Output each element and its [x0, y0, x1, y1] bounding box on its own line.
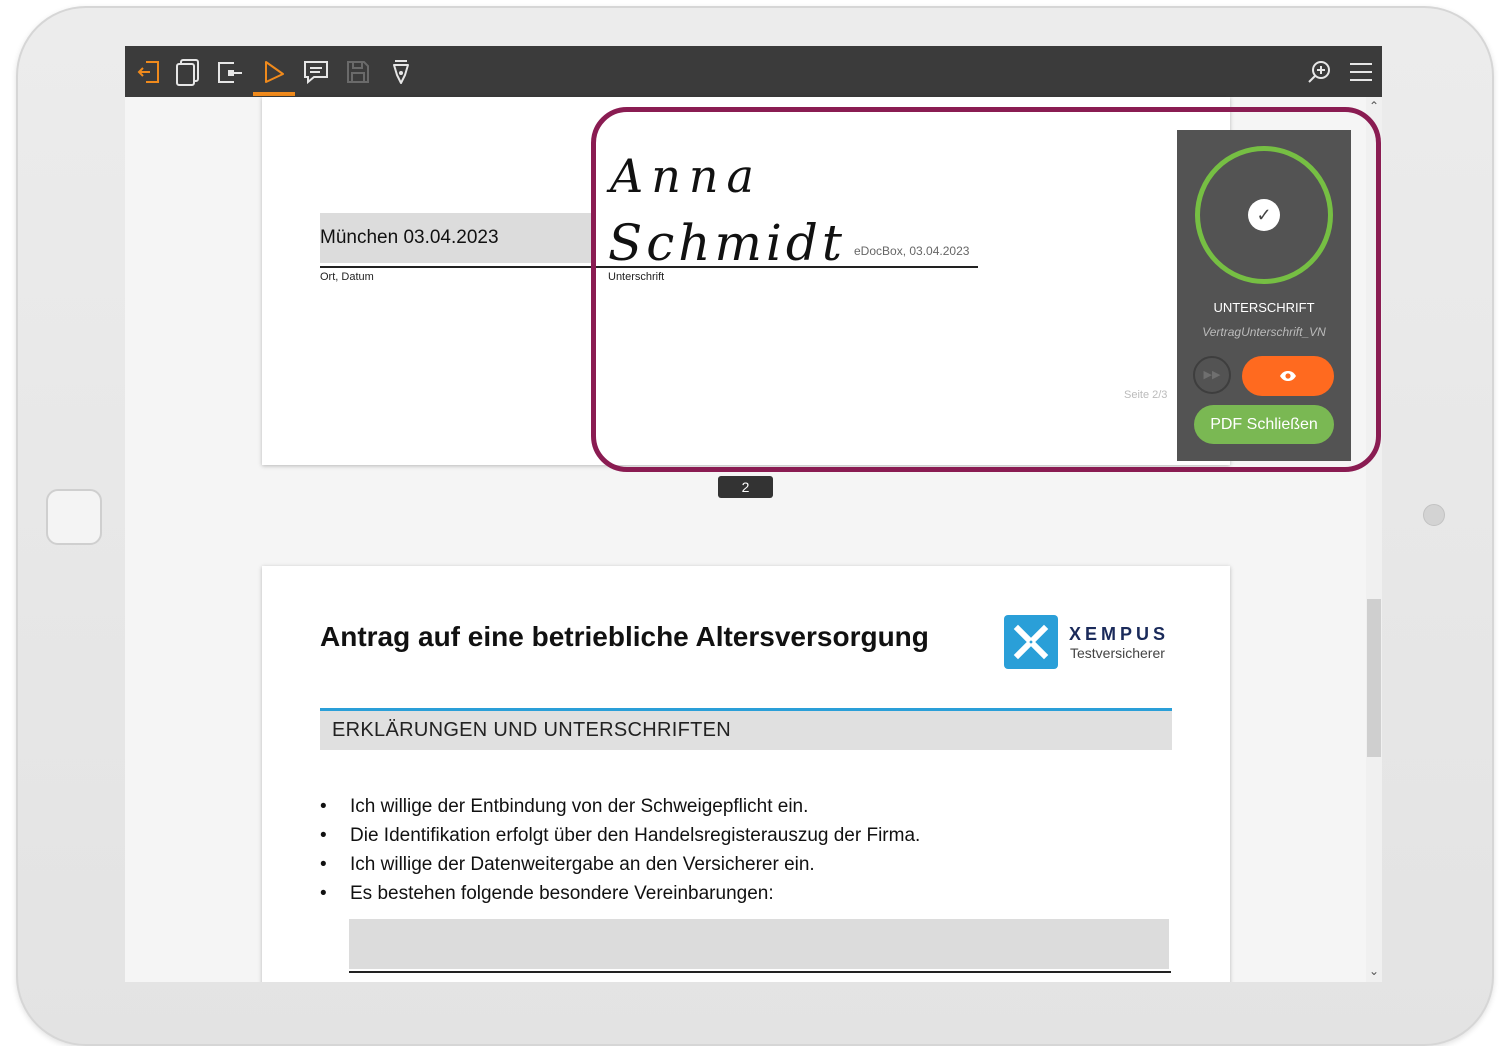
camera — [1423, 504, 1445, 526]
save-icon[interactable] — [343, 58, 373, 86]
scroll-down-icon[interactable]: ⌄ — [1367, 964, 1381, 978]
logo-subtitle: Testversicherer — [1070, 645, 1165, 661]
list-item: Es bestehen folgende besondere Vereinbar… — [320, 879, 920, 908]
zoom-icon[interactable] — [1304, 58, 1334, 86]
close-pdf-button[interactable]: PDF Schließen — [1194, 405, 1334, 444]
comment-icon[interactable] — [301, 58, 331, 86]
menu-icon[interactable] — [1346, 58, 1376, 86]
toolbar — [125, 46, 1382, 97]
exit-icon[interactable] — [135, 58, 165, 86]
ort-datum-value: München 03.04.2023 — [320, 227, 499, 248]
panel-title: UNTERSCHRIFT — [1213, 300, 1315, 315]
signature-status-ring: ✓ — [1195, 146, 1333, 284]
eye-icon — [1280, 371, 1296, 381]
home-button[interactable] — [46, 489, 102, 545]
pointer-icon[interactable] — [259, 58, 289, 86]
list-item: Ich willige der Entbindung von der Schwe… — [320, 792, 920, 821]
fast-forward-icon: ▶▶ — [1203, 369, 1221, 381]
agreements-line — [349, 971, 1171, 973]
scroll-up-icon[interactable]: ⌃ — [1367, 99, 1381, 113]
list-item: Ich willige der Datenweitergabe an den V… — [320, 850, 920, 879]
logo-name: XEMPUS — [1069, 624, 1170, 644]
active-tool-indicator — [253, 92, 295, 96]
xempus-logo-icon — [1004, 615, 1058, 669]
ort-datum-label: Ort, Datum — [320, 271, 374, 283]
export-icon[interactable] — [215, 58, 245, 86]
document-title: Antrag auf eine betriebliche Altersverso… — [320, 621, 929, 652]
section-header: ERKLÄRUNGEN UND UNTERSCHRIFTEN — [320, 708, 1172, 750]
fast-forward-button[interactable]: ▶▶ — [1193, 356, 1231, 394]
page-indicator: 2 — [718, 476, 773, 498]
check-icon: ✓ — [1248, 199, 1280, 231]
agreements-field[interactable] — [349, 919, 1169, 969]
panel-field-name: VertragUnterschrift_VN — [1202, 325, 1326, 339]
sign-pen-icon[interactable] — [386, 58, 416, 86]
pdf-page-3: Antrag auf eine betriebliche Altersverso… — [262, 566, 1230, 982]
scrollbar-thumb[interactable] — [1367, 599, 1381, 757]
section-title: ERKLÄRUNGEN UND UNTERSCHRIFTEN — [332, 719, 732, 741]
signature-panel: ✓ UNTERSCHRIFT VertragUnterschrift_VN ▶▶… — [1177, 130, 1351, 461]
pages-icon[interactable] — [173, 58, 203, 86]
preview-button[interactable] — [1242, 356, 1334, 396]
list-item: Die Identifikation erfolgt über den Hand… — [320, 821, 920, 850]
declarations-list: Ich willige der Entbindung von der Schwe… — [320, 792, 920, 908]
